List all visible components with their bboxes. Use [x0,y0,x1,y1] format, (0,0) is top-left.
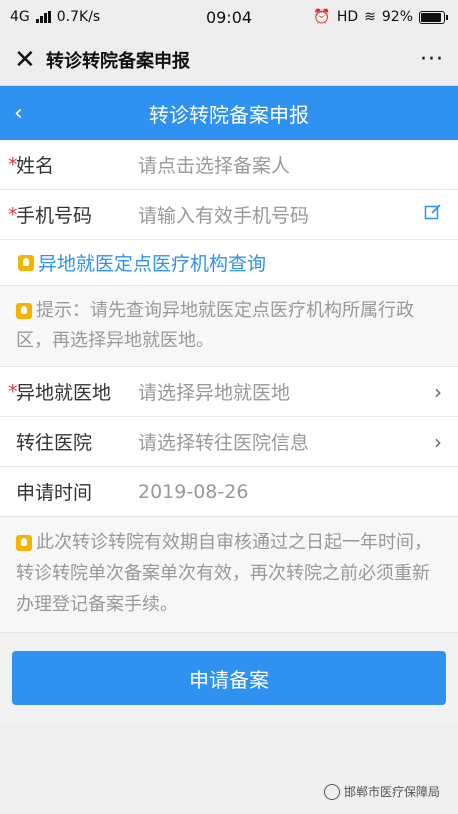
name-field[interactable]: * 姓名 请点击选择备案人 [0,140,458,190]
required-mark: * [8,380,18,403]
network-speed: 0.7K/s [56,9,101,25]
back-icon[interactable]: ‹ [14,101,23,126]
alarm-icon: ⏰ [313,9,331,25]
date-value: 2019-08-26 [138,480,249,503]
app-header: ‹ 转诊转院备案申报 [0,86,458,140]
bulb-icon [16,303,32,319]
bulb-icon [18,254,34,271]
chevron-right-icon[interactable]: › [434,430,442,454]
required-mark: * [8,203,18,226]
watermark: 邯郸市医疗保障局 [323,783,440,800]
close-icon[interactable]: ✕ [14,45,46,75]
battery-icon [419,10,448,24]
status-bar: 4G 0.7K/s 09:04 ⏰ HD ≋ 92% [0,0,458,34]
required-mark: * [8,153,18,176]
phone-field[interactable]: * 手机号码 请输入有效手机号码 [0,190,458,240]
query-hint: 提示：请先查询异地就医定点医疗机构所属行政区，再选择异地就医地。 [0,286,458,367]
edit-icon[interactable] [424,203,442,226]
name-label: 姓名 [16,155,55,177]
hospital-field[interactable]: 转往医院 请选择转往医院信息 › [0,417,458,467]
location-field[interactable]: * 异地就医地 请选择异地就医地 › [0,367,458,417]
hd-indicator: HD [336,9,359,25]
hint-text: 提示：请先查询异地就医定点医疗机构所属行政区，再选择异地就医地。 [16,300,414,351]
wechat-title-bar: ✕ 转诊转院备案申报 ··· [0,34,458,86]
submit-area: 申请备案 [0,632,458,723]
institution-query-link[interactable]: 异地就医定点医疗机构查询 [0,240,458,286]
date-label: 申请时间 [16,482,93,504]
hospital-placeholder[interactable]: 请选择转往医院信息 [138,428,434,455]
wechat-page-title: 转诊转院备案申报 [46,50,190,72]
location-placeholder[interactable]: 请选择异地就医地 [138,378,434,405]
filing-form: * 姓名 请点击选择备案人 * 手机号码 请输入有效手机号码 异地就医定点医疗机… [0,140,458,632]
battery-percent: 92% [381,9,413,25]
wifi-icon: ≋ [364,9,376,25]
bulb-icon [16,535,32,551]
validity-note: 此次转诊转院有效期自审核通过之日起一年时间，转诊转院单次备案单次有效，再次转院之… [0,517,458,632]
chevron-right-icon[interactable]: › [434,380,442,404]
hospital-label: 转往医院 [16,432,93,454]
date-field: 申请时间 2019-08-26 [0,467,458,517]
phone-input[interactable]: 请输入有效手机号码 [138,201,424,228]
note-text: 此次转诊转院有效期自审核通过之日起一年时间，转诊转院单次备案单次有效，再次转院之… [16,532,432,615]
more-icon[interactable]: ··· [420,47,444,72]
watermark-text: 邯郸市医疗保障局 [343,785,440,799]
wechat-logo-icon [323,783,340,800]
location-label: 异地就医地 [16,382,112,404]
network-type: 4G [10,9,30,25]
page-title: 转诊转院备案申报 [149,102,309,127]
submit-button[interactable]: 申请备案 [12,651,446,705]
phone-label: 手机号码 [16,205,93,227]
clock: 09:04 [205,7,253,27]
name-placeholder[interactable]: 请点击选择备案人 [138,151,442,178]
institution-query-label[interactable]: 异地就医定点医疗机构查询 [38,249,266,276]
signal-icon [35,11,51,23]
